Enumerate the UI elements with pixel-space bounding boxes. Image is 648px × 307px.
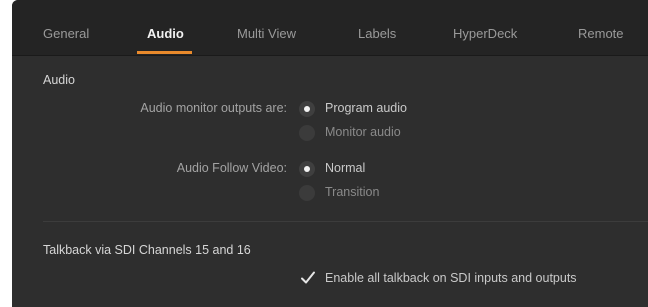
monitor-audio-radio[interactable] (299, 125, 315, 141)
talkback-section-title: Talkback via SDI Channels 15 and 16 (43, 243, 251, 257)
tab-audio[interactable]: Audio (147, 0, 184, 55)
tab-hyperdeck[interactable]: HyperDeck (453, 0, 517, 55)
tab-remote[interactable]: Remote (578, 0, 624, 55)
transition-label[interactable]: Transition (325, 185, 379, 199)
settings-window: General Audio Multi View Labels HyperDec… (12, 0, 648, 307)
tab-labels[interactable]: Labels (358, 0, 396, 55)
normal-label[interactable]: Normal (325, 161, 365, 175)
tab-general[interactable]: General (43, 0, 89, 55)
enable-talkback-checkbox[interactable] (300, 270, 316, 286)
transition-radio[interactable] (299, 185, 315, 201)
audio-follow-video-label: Audio Follow Video: (176, 161, 287, 175)
checkmark-icon (301, 271, 315, 284)
program-audio-radio[interactable] (299, 101, 315, 117)
normal-radio[interactable] (299, 161, 315, 177)
section-divider (43, 221, 648, 222)
monitor-audio-label[interactable]: Monitor audio (325, 125, 401, 139)
tab-multi-view[interactable]: Multi View (237, 0, 296, 55)
tab-bar: General Audio Multi View Labels HyperDec… (12, 0, 648, 56)
audio-section-title: Audio (43, 73, 75, 87)
program-audio-label[interactable]: Program audio (325, 101, 407, 115)
active-tab-indicator (137, 51, 192, 54)
audio-monitor-outputs-label: Audio monitor outputs are: (140, 101, 287, 115)
enable-talkback-label[interactable]: Enable all talkback on SDI inputs and ou… (325, 271, 577, 285)
